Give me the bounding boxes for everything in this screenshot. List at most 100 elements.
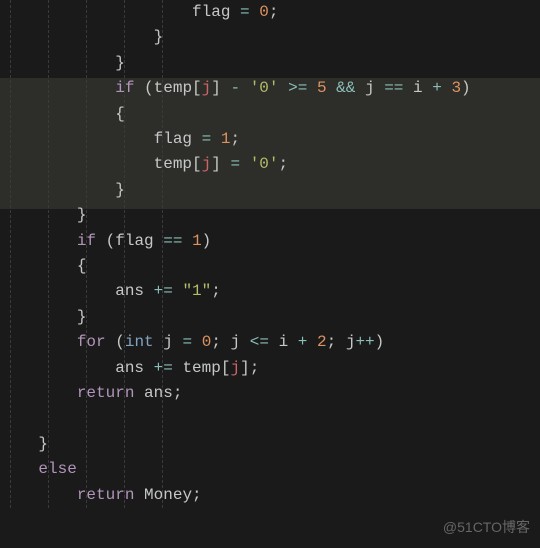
code-line: } (0, 432, 540, 457)
punct: ; (327, 333, 337, 351)
code-line: if (temp[j] - '0' >= 5 && j == i + 3) (0, 76, 540, 101)
string-literal: "1" (182, 282, 211, 300)
index-var: j (202, 155, 212, 173)
code-line: { (0, 102, 540, 127)
type: int (125, 333, 154, 351)
brace: { (115, 105, 125, 123)
code-editor[interactable]: flag = 0; } } if (temp[j] - '0' >= 5 && … (0, 0, 540, 508)
identifier: j (231, 333, 241, 351)
brace: } (77, 308, 87, 326)
number: 1 (192, 232, 202, 250)
keyword-else: else (38, 460, 76, 478)
identifier: ans (115, 359, 144, 377)
identifier: j (365, 79, 375, 97)
code-line: for (int j = 0; j <= i + 2; j++) (0, 330, 540, 355)
paren: ( (144, 79, 154, 97)
operator: ++ (355, 333, 374, 351)
number: 3 (451, 79, 461, 97)
brace: } (115, 181, 125, 199)
char-literal: '0' (250, 155, 279, 173)
code-line: else (0, 457, 540, 482)
operator: && (336, 79, 355, 97)
number: 0 (202, 333, 212, 351)
operator: = (182, 333, 192, 351)
keyword-return: return (77, 486, 135, 504)
number: 2 (317, 333, 327, 351)
code-line: { (0, 254, 540, 279)
identifier: temp (182, 359, 220, 377)
code-line: } (0, 25, 540, 50)
paren: ( (115, 333, 125, 351)
keyword-if: if (115, 79, 134, 97)
keyword-for: for (77, 333, 106, 351)
operator: <= (250, 333, 269, 351)
code-line: flag = 1; (0, 127, 540, 152)
operator: = (240, 3, 250, 21)
operator: += (154, 282, 173, 300)
bracket: ] (240, 359, 250, 377)
watermark: @51CTO博客 (443, 515, 530, 540)
bracket: ] (211, 155, 221, 173)
punct: ; (230, 130, 240, 148)
identifier: i (413, 79, 423, 97)
paren: ) (375, 333, 385, 351)
brace: } (77, 206, 87, 224)
code-line: return ans; (0, 381, 540, 406)
number: 5 (317, 79, 327, 97)
brace: { (77, 257, 87, 275)
operator: - (230, 79, 240, 97)
code-line: return Money; (0, 483, 540, 508)
operator: + (432, 79, 442, 97)
number: 0 (259, 3, 269, 21)
bracket: ] (211, 79, 221, 97)
identifier: i (279, 333, 289, 351)
punct: ; (211, 333, 221, 351)
identifier: ans (144, 384, 173, 402)
paren: ( (106, 232, 116, 250)
identifier: Money (144, 486, 192, 504)
brace: } (38, 435, 48, 453)
char-literal: '0' (250, 79, 279, 97)
index-var: j (230, 359, 240, 377)
bracket: [ (192, 155, 202, 173)
identifier: temp (154, 79, 192, 97)
operator: = (230, 155, 240, 173)
identifier: temp (154, 155, 192, 173)
punct: ; (269, 3, 279, 21)
code-line: ans += temp[j]; (0, 356, 540, 381)
index-var: j (202, 79, 212, 97)
code-line: temp[j] = '0'; (0, 152, 540, 177)
code-line: ans += "1"; (0, 279, 540, 304)
code-line: } (0, 305, 540, 330)
punct: ; (211, 282, 221, 300)
code-line: if (flag == 1) (0, 229, 540, 254)
punct: ; (279, 155, 289, 173)
paren: ) (461, 79, 471, 97)
identifier: flag (115, 232, 153, 250)
brace: } (115, 54, 125, 72)
operator: == (163, 232, 182, 250)
keyword-return: return (77, 384, 135, 402)
identifier: ans (115, 282, 144, 300)
operator: >= (288, 79, 307, 97)
punct: ; (192, 486, 202, 504)
operator: == (384, 79, 403, 97)
identifier: flag (192, 3, 230, 21)
operator: += (154, 359, 173, 377)
punct: ; (173, 384, 183, 402)
operator: = (202, 130, 212, 148)
brace: } (154, 28, 164, 46)
bracket: [ (192, 79, 202, 97)
code-line: } (0, 203, 540, 228)
code-line: flag = 0; (0, 0, 540, 25)
punct: ; (250, 359, 260, 377)
code-line: } (0, 51, 540, 76)
operator: + (298, 333, 308, 351)
code-line (0, 407, 540, 432)
identifier: j (346, 333, 356, 351)
code-line: } (0, 178, 540, 203)
identifier: flag (154, 130, 192, 148)
identifier: j (163, 333, 173, 351)
keyword-if: if (77, 232, 96, 250)
paren: ) (202, 232, 212, 250)
